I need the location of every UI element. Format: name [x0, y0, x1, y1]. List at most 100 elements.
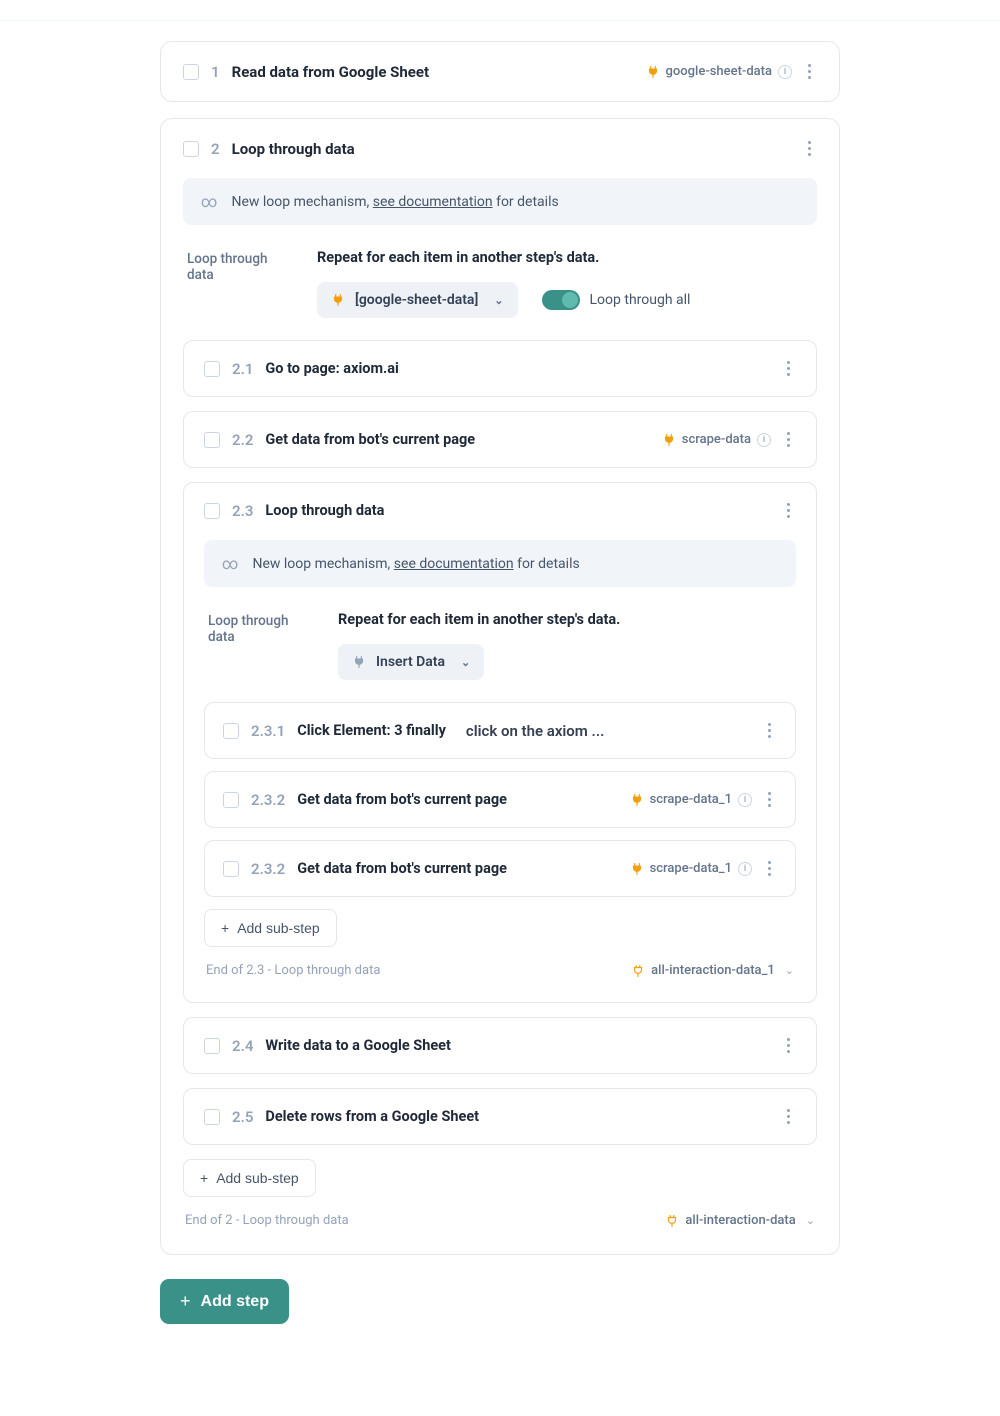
chevron-down-icon: ⌄: [461, 656, 470, 669]
checkbox[interactable]: [223, 861, 239, 877]
menu-dots-icon[interactable]: [781, 1105, 796, 1128]
config-heading: Repeat for each item in another step's d…: [338, 611, 792, 628]
plug-icon: [646, 65, 660, 79]
data-tag[interactable]: scrape-data i: [662, 432, 771, 447]
footer-data-tag[interactable]: all-interaction-data ⌄: [665, 1213, 815, 1228]
footer-data-tag[interactable]: all-interaction-data_1 ⌄: [631, 963, 794, 978]
substep-2-1[interactable]: 2.1 Go to page: axiom.ai: [183, 340, 817, 397]
add-substep-button[interactable]: + Add sub-step: [204, 909, 337, 947]
plug-icon: [662, 433, 676, 447]
info-banner: ∞ New loop mechanism, see documentation …: [183, 178, 817, 225]
checkbox[interactable]: [204, 432, 220, 448]
substep-2-5[interactable]: 2.5 Delete rows from a Google Sheet: [183, 1088, 817, 1145]
step-number: 2.3.1: [251, 722, 285, 740]
loop-all-toggle[interactable]: [542, 290, 580, 310]
step-title: Read data from Google Sheet: [232, 63, 429, 81]
info-icon[interactable]: i: [778, 65, 792, 79]
step-number: 2.5: [232, 1108, 253, 1126]
menu-dots-icon[interactable]: [781, 428, 796, 451]
substep-2-3: 2.3 Loop through data ∞ New loop mechani…: [183, 482, 817, 1003]
plus-icon: +: [200, 1170, 208, 1186]
substep-2-2[interactable]: 2.2 Get data from bot's current page scr…: [183, 411, 817, 468]
menu-dots-icon[interactable]: [802, 60, 817, 83]
step-number: 2.4: [232, 1037, 253, 1055]
step-title: Click Element: 3 finally: [297, 722, 446, 739]
data-tag-label: scrape-data_1: [650, 861, 732, 876]
info-icon[interactable]: i: [757, 433, 771, 447]
menu-dots-icon[interactable]: [802, 137, 817, 160]
step-number: 2: [211, 140, 220, 158]
substep-2-3-2b[interactable]: 2.3.2 Get data from bot's current page s…: [204, 840, 796, 897]
menu-dots-icon[interactable]: [781, 357, 796, 380]
checkbox[interactable]: [223, 723, 239, 739]
add-substep-button[interactable]: + Add sub-step: [183, 1159, 316, 1197]
loop-footer: End of 2 - Loop through data all-interac…: [183, 1213, 817, 1228]
substep-2-3-1[interactable]: 2.3.1 Click Element: 3 finally click on …: [204, 702, 796, 759]
plus-icon: +: [180, 1291, 191, 1312]
banner-text: New loop mechanism, see documentation fo…: [252, 556, 579, 572]
footer-left: End of 2.3 - Loop through data: [206, 963, 380, 978]
add-substep-label: Add sub-step: [216, 1170, 299, 1186]
documentation-link[interactable]: see documentation: [373, 194, 493, 210]
info-icon[interactable]: i: [738, 862, 752, 876]
substep-2-4[interactable]: 2.4 Write data to a Google Sheet: [183, 1017, 817, 1074]
loop-config: Loop through data Repeat for each item i…: [183, 249, 817, 318]
substep-2-3-2a[interactable]: 2.3.2 Get data from bot's current page s…: [204, 771, 796, 828]
checkbox[interactable]: [183, 64, 199, 80]
plug-icon: [630, 862, 644, 876]
data-tag[interactable]: scrape-data_1 i: [630, 861, 752, 876]
menu-dots-icon[interactable]: [762, 719, 777, 742]
step-1[interactable]: 1 Read data from Google Sheet google-she…: [160, 41, 840, 102]
step-title: Go to page: axiom.ai: [265, 360, 398, 377]
data-tag[interactable]: scrape-data_1 i: [630, 792, 752, 807]
dropdown-value: Insert Data: [376, 654, 445, 670]
menu-dots-icon[interactable]: [762, 857, 777, 880]
plug-icon: [631, 964, 645, 978]
menu-dots-icon[interactable]: [781, 499, 796, 522]
checkbox[interactable]: [223, 792, 239, 808]
documentation-link[interactable]: see documentation: [394, 556, 514, 572]
info-icon[interactable]: i: [738, 793, 752, 807]
menu-dots-icon[interactable]: [781, 1034, 796, 1057]
dropdown-value: [google-sheet-data]: [355, 292, 478, 308]
step-number: 2.3.2: [251, 860, 285, 878]
footer-left: End of 2 - Loop through data: [185, 1213, 349, 1228]
toggle-label: Loop through all: [590, 292, 691, 308]
plus-icon: +: [221, 920, 229, 936]
plug-icon: [352, 655, 366, 669]
data-tag-label: scrape-data: [682, 432, 751, 447]
data-tag[interactable]: google-sheet-data i: [646, 64, 792, 79]
step-number: 1: [211, 63, 220, 81]
data-tag-label: scrape-data_1: [650, 792, 732, 807]
info-banner: ∞ New loop mechanism, see documentation …: [204, 540, 796, 587]
step-title: Get data from bot's current page: [297, 860, 507, 877]
checkbox[interactable]: [204, 503, 220, 519]
footer-tag-label: all-interaction-data: [685, 1213, 795, 1228]
footer-tag-label: all-interaction-data_1: [651, 963, 775, 978]
checkbox[interactable]: [204, 1038, 220, 1054]
step-title: Delete rows from a Google Sheet: [265, 1108, 479, 1125]
checkbox[interactable]: [204, 1109, 220, 1125]
step-number: 2.3.2: [251, 791, 285, 809]
config-heading: Repeat for each item in another step's d…: [317, 249, 813, 266]
data-source-dropdown[interactable]: [google-sheet-data] ⌄: [317, 282, 518, 318]
banner-text: New loop mechanism, see documentation fo…: [231, 194, 558, 210]
checkbox[interactable]: [204, 361, 220, 377]
step-subtitle: click on the axiom ...: [466, 722, 604, 740]
infinity-icon: ∞: [201, 192, 217, 211]
step-title: Loop through data: [265, 502, 384, 519]
plug-icon: [665, 1214, 679, 1228]
add-step-button[interactable]: + Add step: [160, 1279, 289, 1324]
loop-footer: End of 2.3 - Loop through data all-inter…: [204, 963, 796, 978]
step-title: Write data to a Google Sheet: [265, 1037, 451, 1054]
config-label: Loop through data: [187, 249, 287, 318]
step-header: 2 Loop through data: [183, 137, 817, 160]
checkbox[interactable]: [183, 141, 199, 157]
menu-dots-icon[interactable]: [762, 788, 777, 811]
step-number: 2.1: [232, 360, 253, 378]
plug-icon: [630, 793, 644, 807]
step-number: 2.3: [232, 502, 253, 520]
step-title: Loop through data: [232, 140, 355, 158]
data-tag-label: google-sheet-data: [666, 64, 772, 79]
data-source-dropdown[interactable]: Insert Data ⌄: [338, 644, 484, 680]
